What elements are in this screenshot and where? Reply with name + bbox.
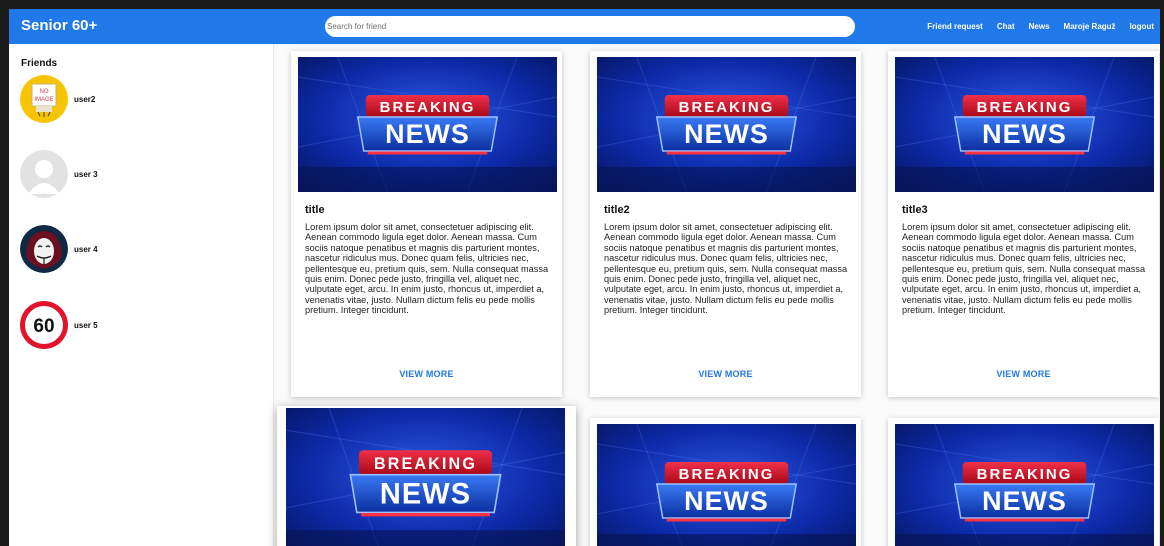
brand-title[interactable]: Senior 60+ [21, 17, 97, 34]
default-person-avatar-icon [20, 150, 68, 198]
news-card: BREAKING NEWS [590, 418, 861, 546]
nav-chat[interactable]: Chat [997, 22, 1015, 31]
nav-logout[interactable]: logout [1130, 22, 1154, 31]
svg-text:NEWS: NEWS [684, 119, 769, 149]
nav-profile[interactable]: Maroje Raguž [1064, 22, 1116, 31]
svg-text:BREAKING: BREAKING [679, 466, 775, 483]
nav-news[interactable]: News [1029, 22, 1050, 31]
news-card-title: title3 [902, 204, 928, 216]
breaking-news-image: BREAKING NEWS [597, 424, 856, 546]
svg-text:NO: NO [40, 89, 49, 95]
friend-item-user5[interactable]: 60 user 5 [20, 299, 250, 351]
friends-heading: Friends [21, 58, 58, 69]
svg-text:NEWS: NEWS [684, 486, 769, 516]
svg-text:60: 60 [33, 316, 54, 337]
svg-text:NEWS: NEWS [385, 119, 470, 149]
no-image-avatar-icon: NO IMAGE [20, 75, 68, 123]
nav-menu: Friend request Chat News Maroje Raguž lo… [913, 22, 1154, 31]
breaking-news-image: BREAKING NEWS [895, 424, 1154, 546]
breaking-news-image: BREAKING NEWS [298, 57, 557, 192]
svg-text:BREAKING: BREAKING [977, 99, 1073, 116]
svg-text:NEWS: NEWS [380, 477, 471, 511]
news-card-body: Lorem ipsum dolor sit amet, consectetuer… [305, 222, 549, 316]
news-card-title: title [305, 204, 325, 216]
friend-name: user 4 [74, 244, 98, 254]
breaking-news-image: BREAKING NEWS [597, 57, 856, 192]
svg-text:BREAKING: BREAKING [679, 99, 775, 116]
news-card: BREAKING NEWS title Lorem ipsum dolor si… [291, 51, 562, 397]
app-window: Senior 60+ Friend request Chat News Maro… [9, 9, 1160, 546]
news-card-body: Lorem ipsum dolor sit amet, consectetuer… [604, 222, 848, 316]
svg-text:BREAKING: BREAKING [380, 99, 476, 116]
news-card-title: title2 [604, 204, 630, 216]
friend-name: user 3 [74, 169, 98, 179]
svg-text:BREAKING: BREAKING [977, 466, 1073, 483]
svg-text:NEWS: NEWS [982, 486, 1067, 516]
breaking-news-image: BREAKING NEWS [286, 408, 565, 546]
svg-text:BREAKING: BREAKING [374, 455, 477, 473]
friends-sidebar: Friends NO IMAGE user2 user 3 user 4 60 … [9, 44, 274, 546]
view-more-button[interactable]: VIEW MORE [590, 369, 861, 379]
view-more-button[interactable]: VIEW MORE [888, 369, 1159, 379]
friend-name: user 5 [74, 320, 98, 330]
breaking-news-image: BREAKING NEWS [895, 57, 1154, 192]
friend-item-user2[interactable]: NO IMAGE user2 [20, 73, 250, 125]
news-card: BREAKING NEWS title3 Lorem ipsum dolor s… [888, 51, 1159, 397]
view-more-button[interactable]: VIEW MORE [291, 369, 562, 379]
top-navbar: Senior 60+ Friend request Chat News Maro… [9, 9, 1160, 44]
news-card: BREAKING NEWS [888, 418, 1159, 546]
news-card[interactable]: BREAKING NEWS [277, 406, 576, 546]
friend-item-user3[interactable]: user 3 [20, 148, 250, 200]
mask-avatar-icon [20, 225, 68, 273]
news-card: BREAKING NEWS title2 Lorem ipsum dolor s… [590, 51, 861, 397]
speed-limit-60-avatar-icon: 60 [20, 301, 68, 349]
news-card-body: Lorem ipsum dolor sit amet, consectetuer… [902, 222, 1146, 316]
svg-text:IMAGE: IMAGE [34, 97, 53, 103]
friend-item-user4[interactable]: user 4 [20, 223, 250, 275]
nav-friend-request[interactable]: Friend request [927, 22, 983, 31]
friend-name: user2 [74, 94, 96, 104]
search-input[interactable] [325, 16, 855, 37]
svg-text:NEWS: NEWS [982, 119, 1067, 149]
